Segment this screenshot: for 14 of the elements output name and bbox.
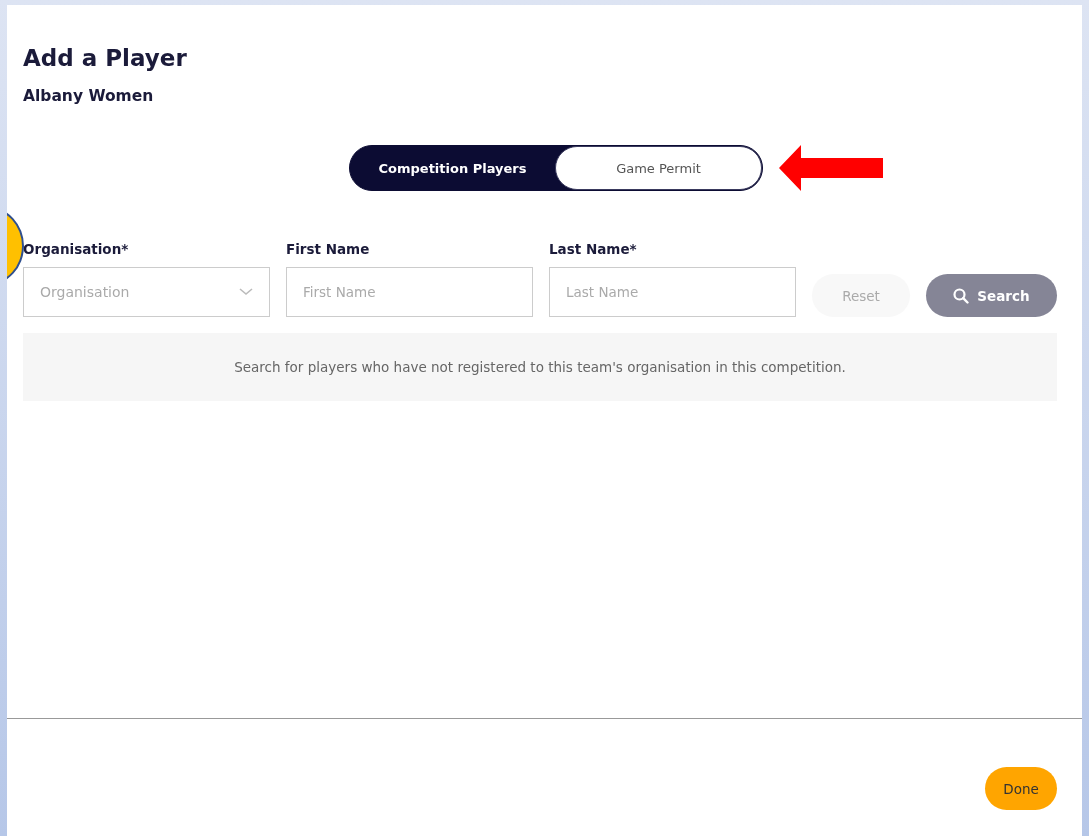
dialog-title: Add a Player [23,45,188,73]
dialog-subtitle: Albany Women [23,87,155,105]
chevron-down-icon [239,288,253,296]
text-field[interactable]: First Name [286,267,533,317]
done-button[interactable]: Done [985,767,1057,810]
field-label: Last Name* [549,241,638,257]
toggle-tab[interactable]: Competition Players [350,146,555,190]
search-icon [953,287,970,304]
toggle-tab[interactable]: Game Permit [555,146,762,190]
field-label: Organisation* [23,241,130,257]
arrow-icon [779,145,883,191]
field-label: First Name [286,241,371,257]
text-field[interactable]: Last Name [549,267,796,317]
info-message: Search for players who have not registered to this team's organisation in this competition. [234,359,846,375]
